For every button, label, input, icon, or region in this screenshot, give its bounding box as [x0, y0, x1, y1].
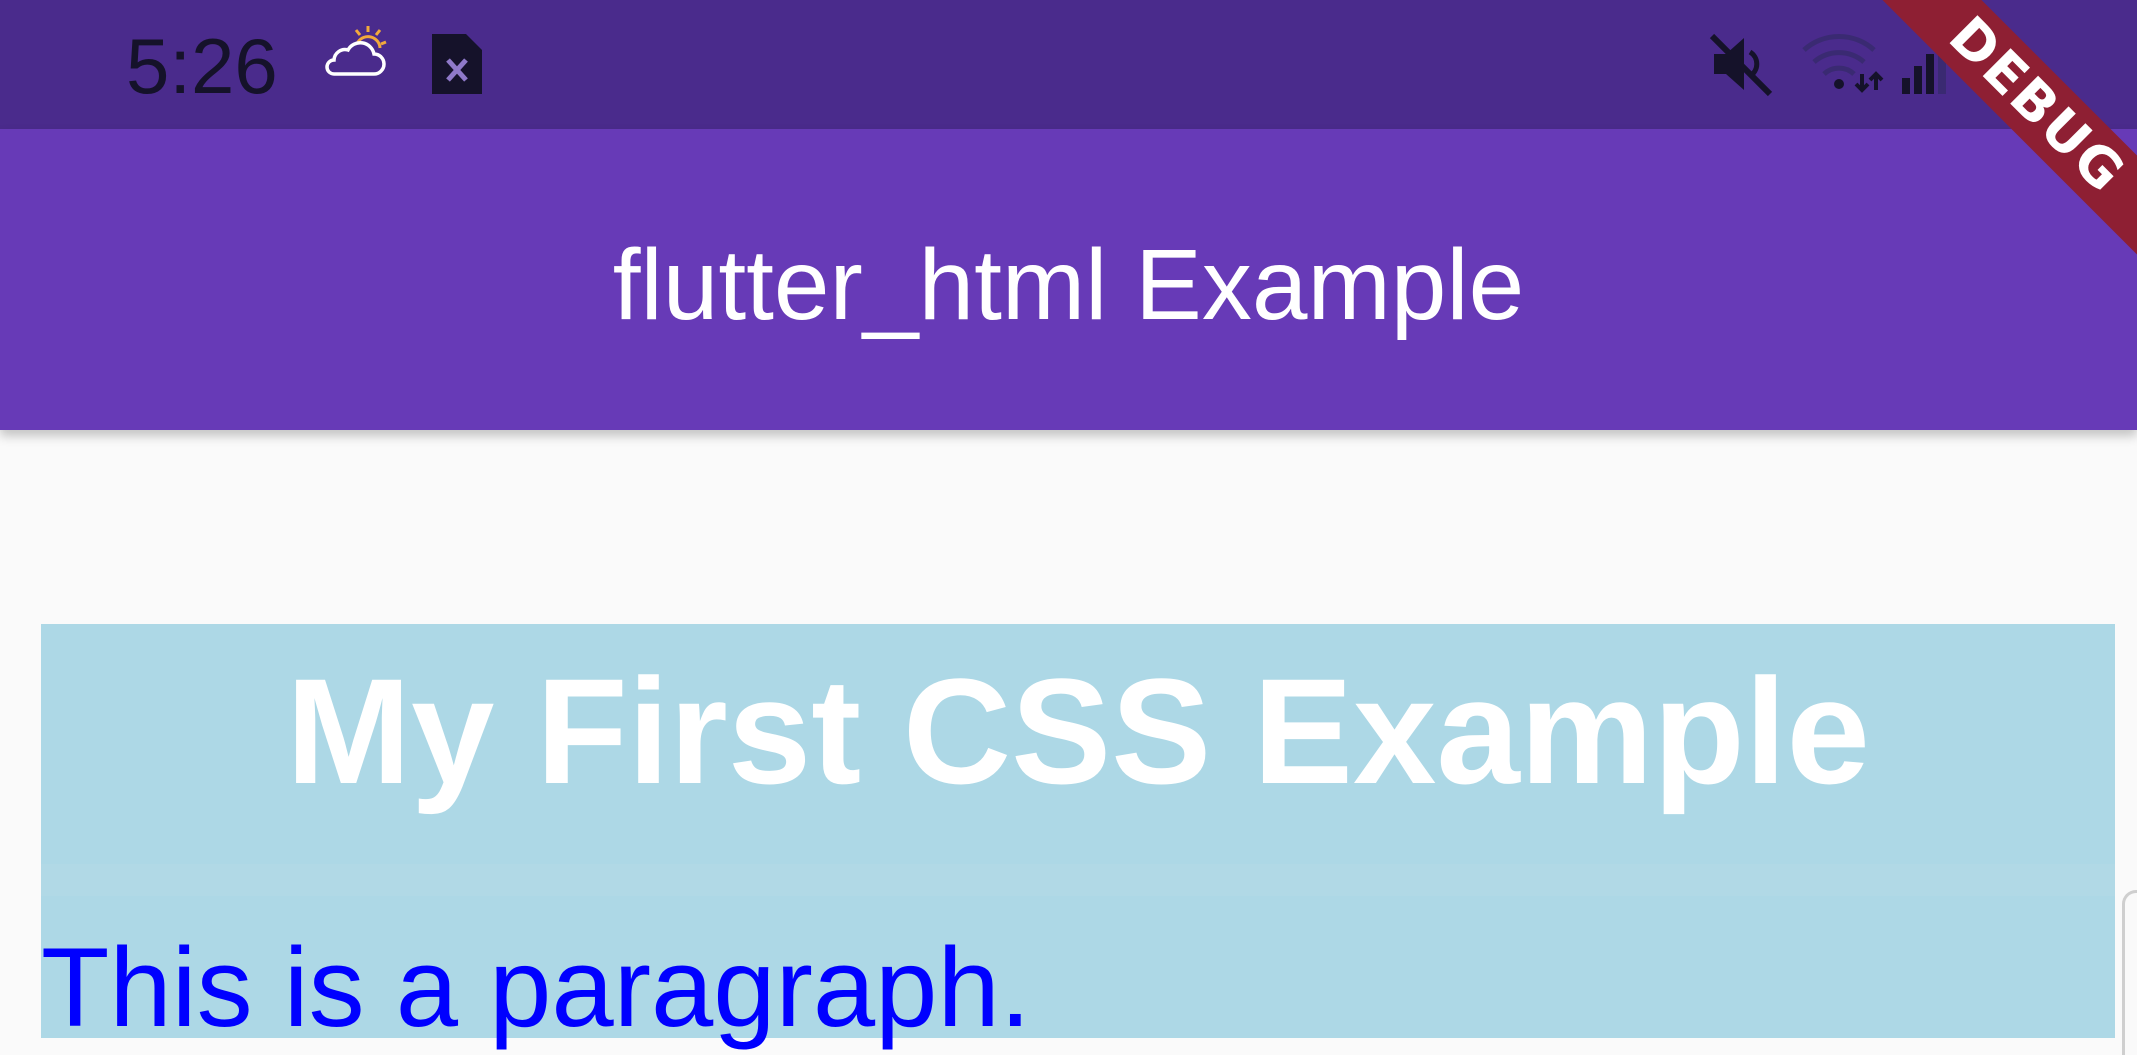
app-bar: flutter_html Example: [0, 129, 2137, 430]
app-screen: 5:26 flutter_html Example DEBUG My First…: [0, 0, 2137, 1055]
status-bar: 5:26: [0, 0, 2137, 129]
excel-file-icon: [428, 30, 486, 98]
html-content-box: My First CSS Example This is a paragraph…: [41, 624, 2115, 1050]
status-time: 5:26: [126, 22, 278, 110]
content-divider: [41, 864, 2115, 896]
wifi-icon: [1800, 28, 1884, 96]
page-heading: My First CSS Example: [286, 647, 1870, 815]
scroll-edge-indicator: [2122, 890, 2137, 1055]
weather-partly-cloudy-icon: [320, 24, 390, 84]
app-bar-title: flutter_html Example: [612, 229, 1525, 341]
content-paragraph: This is a paragraph.: [41, 925, 1031, 1050]
mute-icon: [1708, 30, 1774, 98]
